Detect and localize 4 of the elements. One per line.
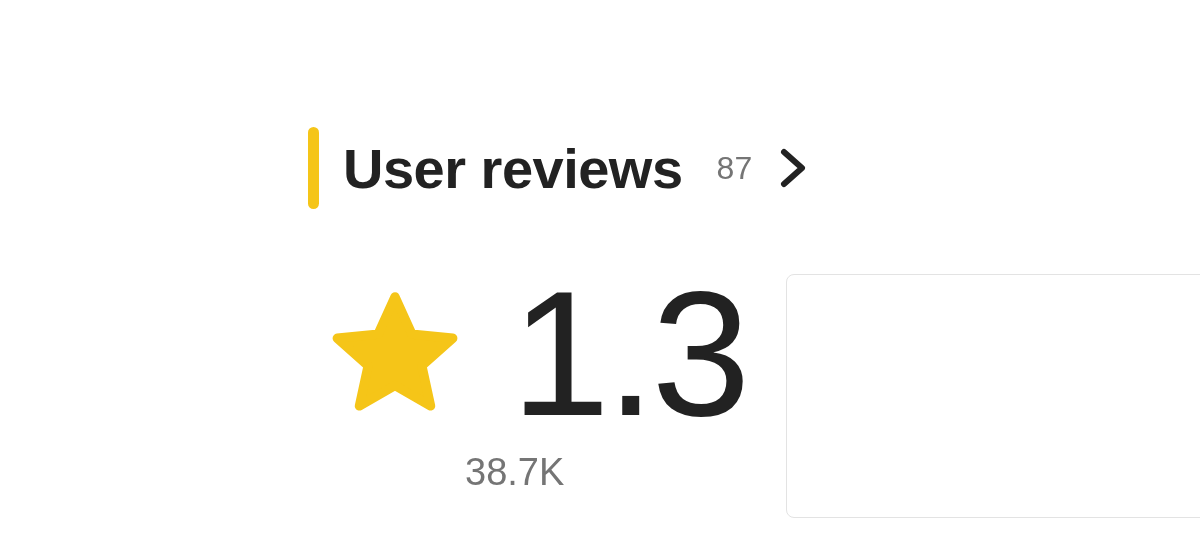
section-title: User reviews xyxy=(343,135,683,201)
review-count: 87 xyxy=(716,149,753,187)
ratings-count: 38.7K xyxy=(465,451,566,494)
rating-score: 1.3 xyxy=(511,279,747,429)
